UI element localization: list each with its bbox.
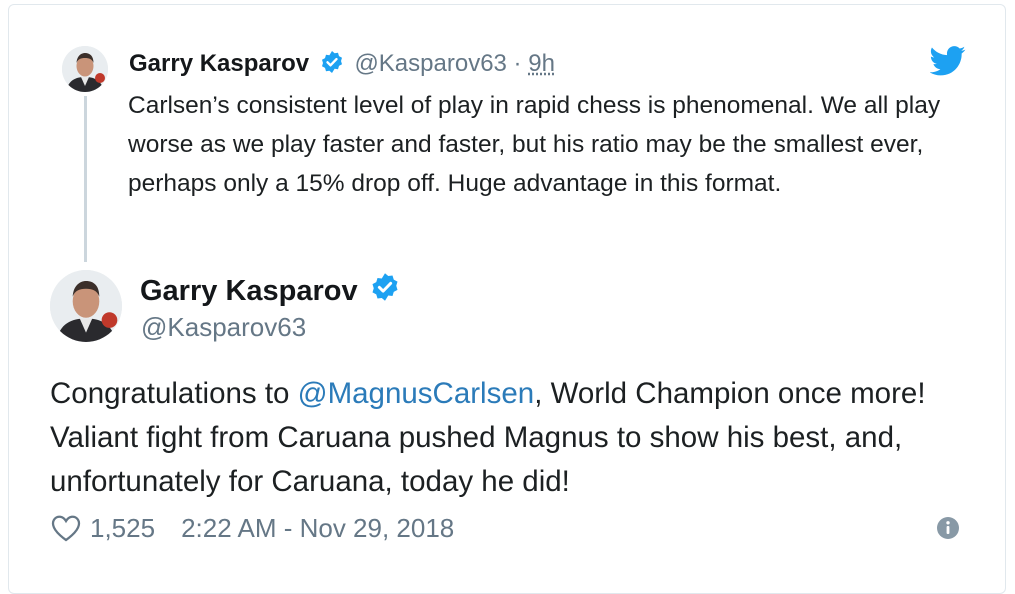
reply-author-name[interactable]: Garry Kasparov <box>129 50 309 77</box>
twitter-bird-icon[interactable] <box>929 46 966 76</box>
separator-dot: · <box>506 50 529 77</box>
tweet-author-handle[interactable]: @Kasparov63 <box>141 311 306 343</box>
heart-icon[interactable] <box>50 512 82 544</box>
reply-tweet-text: Carlsen’s consistent level of play in ra… <box>128 92 941 197</box>
verified-badge-icon <box>320 50 344 82</box>
avatar[interactable] <box>62 46 108 92</box>
tweet-author-name[interactable]: Garry Kasparov <box>140 275 358 307</box>
tweet-text-before: Congratulations to <box>50 377 298 410</box>
tweet-timestamp[interactable]: 2:22 AM - Nov 29, 2018 <box>181 510 454 546</box>
info-icon[interactable] <box>936 516 960 540</box>
avatar[interactable] <box>50 270 122 342</box>
tweet-author-name-row: Garry Kasparov <box>140 272 404 311</box>
like-count[interactable]: 1,525 <box>90 510 155 546</box>
verified-badge-icon <box>370 272 400 311</box>
tweet-text: Congratulations to @MagnusCarlsen, World… <box>50 372 950 504</box>
reply-author-handle[interactable]: @Kasparov63 <box>354 50 506 77</box>
reply-header: Garry Kasparov @Kasparov63 · 9h <box>129 49 555 82</box>
tweet-footer: 1,525 2:22 AM - Nov 29, 2018 <box>50 510 454 546</box>
mention-link[interactable]: @MagnusCarlsen <box>298 377 535 410</box>
thread-connector-line <box>84 96 87 262</box>
reply-timestamp-link[interactable]: 9h <box>528 50 555 77</box>
